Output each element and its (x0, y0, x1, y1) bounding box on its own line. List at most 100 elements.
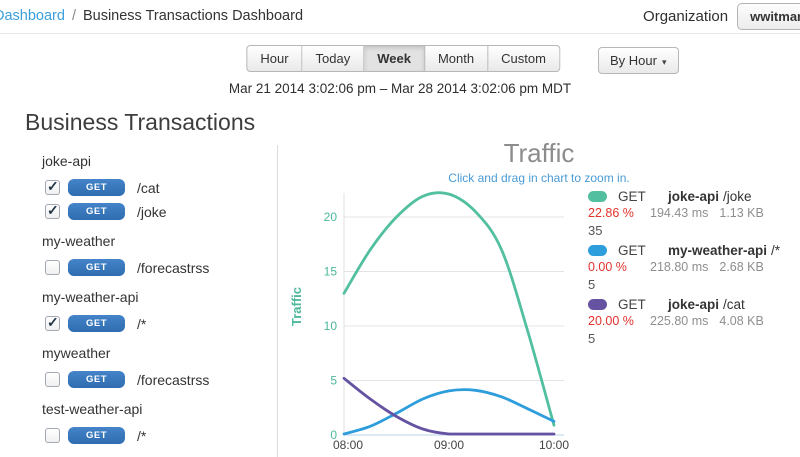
legend-error-percent: 22.86 % (588, 206, 639, 221)
legend-latency: 194.43 ms (650, 206, 708, 221)
legend-latency: 218.80 ms (650, 260, 708, 275)
granularity-label: By Hour (610, 53, 657, 68)
legend-row-stats: 20.00 % 225.80 ms 4.08 KB (588, 314, 794, 329)
legend-color-dot (588, 245, 607, 256)
legend-row-stats: 0.00 % 218.80 ms 2.68 KB (588, 260, 794, 275)
range-button-week[interactable]: Week (364, 45, 425, 72)
legend-payload-size: 2.68 KB (719, 260, 763, 275)
bt-path-label: /* (137, 428, 146, 444)
bt-row: GET/forecastrss (45, 259, 277, 276)
breadcrumb-dashboard-link[interactable]: Dashboard (0, 8, 65, 24)
y-tick-label: 10 (324, 319, 338, 333)
organization-label: Organization (643, 8, 728, 25)
legend-method: GET (618, 297, 654, 312)
bt-path-label: /* (137, 316, 146, 332)
bt-group-name: myweather (42, 345, 277, 361)
bt-path-label: /joke (137, 204, 167, 220)
chart-row: Traffic 0510152008:0009:0010:00 GETjoke-… (284, 187, 800, 453)
legend-api-path: /joke (723, 189, 752, 204)
bt-group-name: my-weather-api (42, 289, 277, 305)
bt-row: GET /* (45, 427, 277, 444)
breadcrumb-separator: / (72, 8, 76, 24)
legend-row-main: GET joke-api/cat (588, 296, 794, 312)
x-tick-label: 08:00 (333, 438, 363, 452)
legend-method: GET (618, 243, 654, 258)
bt-group: my-weather GET/forecastrss (0, 233, 277, 276)
range-button-hour[interactable]: Hour (246, 45, 302, 72)
traffic-chart-section: Traffic Click and drag in chart to zoom … (278, 145, 800, 457)
legend-api-path: /* (771, 243, 780, 258)
bt-row: GET /* (45, 315, 277, 332)
caret-down-icon: ▾ (662, 57, 667, 67)
chart-title: Traffic (278, 138, 800, 169)
time-controls: HourTodayWeekMonthCustom By Hour ▾ (0, 45, 800, 74)
x-tick-label: 10:00 (539, 438, 569, 452)
legend-item[interactable]: GETjoke-api/joke 22.86 % 194.43 ms 1.13 KB 3… (588, 188, 794, 239)
bt-row: GET/cat (45, 179, 277, 196)
legend-latency: 225.80 ms (650, 314, 708, 329)
y-axis-label-column: Traffic (284, 187, 308, 437)
legend-row-main: GET my-weather-api /* (588, 242, 794, 258)
legend-api-name: joke-api (668, 297, 719, 312)
legend-payload-size: 1.13 KB (719, 206, 763, 221)
business-transactions-list: joke-apiGET/catGET/jokemy-weatherGET/for… (0, 145, 278, 457)
series-line (344, 390, 554, 434)
legend-count: 5 (588, 277, 794, 293)
legend-api-name: my-weather-api (668, 243, 767, 258)
method-badge: GET (68, 203, 125, 220)
date-range-text: Mar 21 2014 3:02:06 pm – Mar 28 2014 3:0… (0, 81, 800, 96)
bt-path-label: /forecastrss (137, 372, 209, 388)
organization-button[interactable]: wwitman (737, 3, 800, 30)
bt-group-name: my-weather (42, 233, 277, 249)
bt-row-checkbox[interactable] (45, 372, 60, 387)
granularity-dropdown[interactable]: By Hour ▾ (598, 47, 679, 74)
range-button-group: HourTodayWeekMonthCustom (246, 45, 560, 72)
chart-zoom-hint: Click and drag in chart to zoom in. (278, 171, 800, 185)
breadcrumb: Dashboard / Business Transactions Dashboar… (0, 8, 303, 24)
y-tick-label: 15 (324, 265, 338, 279)
bt-row-checkbox[interactable] (45, 204, 60, 219)
bt-group: test-weather-api GET /* (0, 401, 277, 444)
method-badge: GET (68, 371, 125, 388)
legend-item[interactable]: GET my-weather-api /* 0.00 % 218.80 ms 2.68 K… (588, 242, 794, 293)
legend-row-stats: 22.86 % 194.43 ms 1.13 KB (588, 206, 794, 221)
legend-color-dot (588, 191, 607, 202)
legend-row-main: GETjoke-api/joke (588, 188, 794, 204)
legend-error-percent: 0.00 % (588, 260, 639, 275)
bt-row-checkbox[interactable] (45, 316, 60, 331)
bt-row-checkbox[interactable] (45, 260, 60, 275)
bt-path-label: /cat (137, 180, 160, 196)
bt-path-label: /forecastrss (137, 260, 209, 276)
legend-error-percent: 20.00 % (588, 314, 639, 329)
bt-row-checkbox[interactable] (45, 180, 60, 195)
legend-api-name: joke-api (668, 189, 719, 204)
bt-group-name: joke-api (42, 153, 277, 169)
main-content: joke-apiGET/catGET/jokemy-weatherGET/for… (0, 145, 800, 457)
y-axis-label: Traffic (289, 287, 304, 326)
range-button-today[interactable]: Today (303, 45, 365, 72)
method-badge: GET (68, 179, 125, 196)
page-title: Business Transactions (25, 109, 800, 136)
bt-row: GET/forecastrss (45, 371, 277, 388)
x-tick-label: 09:00 (434, 438, 464, 452)
traffic-chart[interactable]: 0510152008:0009:0010:00 (308, 187, 570, 453)
legend-count: 35 (588, 223, 794, 239)
bt-group: my-weather-api GET /* (0, 289, 277, 332)
legend-item[interactable]: GET joke-api/cat 20.00 % 225.80 ms 4.08 KB 5 (588, 296, 794, 347)
bt-group: myweather GET/forecastrss (0, 345, 277, 388)
y-tick-label: 20 (324, 210, 338, 224)
y-tick-label: 5 (330, 374, 337, 388)
bt-group: joke-apiGET/catGET/joke (0, 153, 277, 220)
legend-payload-size: 4.08 KB (719, 314, 763, 329)
legend-count: 5 (588, 331, 794, 347)
bt-group-name: test-weather-api (42, 401, 277, 417)
legend-api-path: /cat (723, 297, 745, 312)
bt-row-checkbox[interactable] (45, 428, 60, 443)
chart-legend: GETjoke-api/joke22.86 %194.43 ms1.13 KB3… (588, 187, 794, 453)
range-button-custom[interactable]: Custom (488, 45, 560, 72)
top-bar: Dashboard / Business Transactions Dashboar… (0, 0, 800, 34)
method-badge: GET (68, 315, 125, 332)
method-badge: GET (68, 427, 125, 444)
breadcrumb-current-page: Business Transactions Dashboard (83, 8, 303, 24)
range-button-month[interactable]: Month (425, 45, 488, 72)
